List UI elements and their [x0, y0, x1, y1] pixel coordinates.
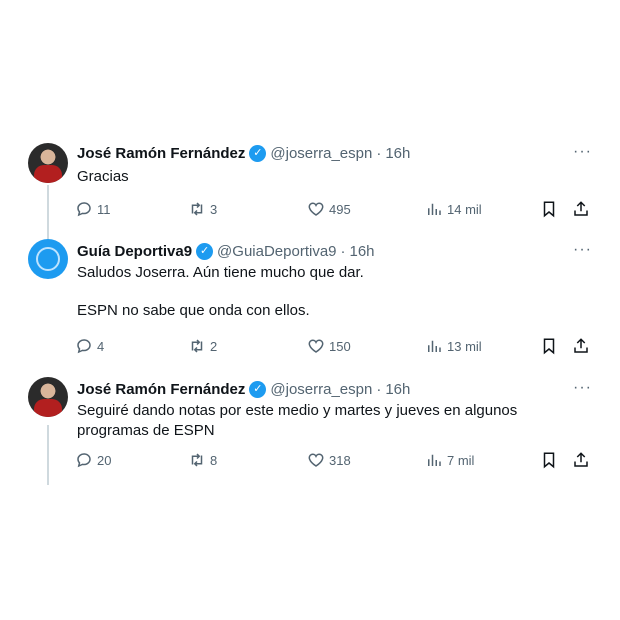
- views-icon: [428, 454, 441, 466]
- views-button[interactable]: 7 mil: [425, 451, 474, 469]
- reply-icon: [77, 339, 91, 354]
- bookmark-button[interactable]: [540, 200, 558, 221]
- tweet-text-line: Gracias: [77, 168, 129, 185]
- verified-icon: ✓: [249, 145, 267, 162]
- views-count: 7 mil: [447, 452, 475, 468]
- author-name[interactable]: José Ramón Fernández: [77, 145, 245, 162]
- avatar[interactable]: [28, 143, 68, 183]
- tweet-actions: 4 2 150 13 mil: [75, 337, 595, 357]
- author-name[interactable]: Guía Deportiva9: [77, 243, 192, 260]
- verified-icon: ✓: [249, 381, 267, 398]
- reply-icon: [77, 202, 91, 217]
- tweet-header: José Ramón Fernández ✓ @joserra_espn · 1…: [77, 145, 410, 162]
- more-icon[interactable]: ···: [573, 241, 592, 259]
- share-button[interactable]: [572, 337, 590, 358]
- views-button[interactable]: 13 mil: [425, 337, 482, 355]
- tweet-text-line: programas de ESPN: [77, 422, 215, 439]
- author-handle[interactable]: @joserra_espn: [270, 381, 372, 398]
- retweet-icon: [191, 202, 203, 216]
- reply-count: 11: [97, 201, 111, 217]
- avatar[interactable]: [28, 239, 68, 279]
- heart-icon: [308, 453, 324, 467]
- timestamp[interactable]: 16h: [350, 243, 375, 260]
- tweet-text: Gracias: [77, 167, 577, 187]
- share-icon: [574, 201, 588, 216]
- bookmark-button[interactable]: [540, 451, 558, 472]
- author-name[interactable]: José Ramón Fernández: [77, 381, 245, 398]
- more-icon[interactable]: ···: [573, 143, 592, 161]
- reply-button[interactable]: 20: [75, 451, 111, 469]
- author-handle[interactable]: @joserra_espn: [270, 145, 372, 162]
- tweet-actions: 20 8 318 7 mil: [75, 451, 595, 471]
- reply-button[interactable]: 11: [75, 200, 111, 218]
- heart-icon: [308, 339, 324, 353]
- tweet-text: Saludos Joserra. Aún tiene mucho que dar…: [77, 263, 577, 321]
- reply-button[interactable]: 4: [75, 337, 104, 355]
- author-handle[interactable]: @GuiaDeportiva9: [217, 243, 336, 260]
- tweet-text-line: Seguiré dando notas por este medio y mar…: [77, 402, 518, 419]
- separator: ·: [376, 145, 382, 162]
- retweet-count: 2: [210, 338, 218, 354]
- timestamp[interactable]: 16h: [385, 145, 410, 162]
- tweet[interactable]: Guía Deportiva9 ✓ @GuiaDeportiva9 · 16h …: [9, 231, 610, 371]
- bookmark-button[interactable]: [540, 337, 558, 358]
- tweet[interactable]: José Ramón Fernández ✓ @joserra_espn · 1…: [9, 133, 610, 231]
- tweet-text-line: ESPN no sabe que onda con ellos.: [77, 302, 310, 319]
- timestamp[interactable]: 16h: [385, 381, 410, 398]
- views-button[interactable]: 14 mil: [425, 200, 482, 218]
- share-icon: [574, 452, 588, 467]
- tweet-header: Guía Deportiva9 ✓ @GuiaDeportiva9 · 16h: [77, 243, 375, 260]
- share-icon: [574, 338, 588, 353]
- bookmark-icon: [543, 338, 555, 355]
- tweet-actions: 11 3 495 14 mil: [75, 200, 595, 220]
- like-count: 495: [329, 201, 351, 217]
- avatar[interactable]: [28, 377, 68, 417]
- logo-icon: [36, 247, 60, 271]
- reply-thread: José Ramón Fernández ✓ @joserra_espn · 1…: [9, 133, 610, 485]
- separator: ·: [376, 381, 382, 398]
- tweet-header: José Ramón Fernández ✓ @joserra_espn · 1…: [77, 381, 410, 398]
- like-count: 150: [329, 338, 351, 354]
- tweet-text-line: Saludos Joserra. Aún tiene mucho que dar…: [77, 264, 364, 281]
- retweet-button[interactable]: 2: [188, 337, 217, 355]
- reply-count: 20: [97, 452, 112, 468]
- bookmark-icon: [543, 452, 555, 469]
- retweet-button[interactable]: 8: [188, 451, 217, 469]
- views-count: 13 mil: [447, 338, 482, 354]
- views-count: 14 mil: [447, 201, 482, 217]
- like-button[interactable]: 318: [307, 451, 351, 469]
- retweet-icon: [191, 339, 203, 353]
- reply-count: 4: [97, 338, 105, 354]
- tweet-text: Seguiré dando notas por este medio y mar…: [77, 401, 577, 441]
- reply-icon: [77, 453, 91, 468]
- like-button[interactable]: 495: [307, 200, 351, 218]
- tweet[interactable]: José Ramón Fernández ✓ @joserra_espn · 1…: [9, 369, 610, 485]
- more-icon[interactable]: ···: [573, 379, 592, 397]
- separator: ·: [340, 243, 346, 260]
- share-button[interactable]: [572, 200, 590, 221]
- bookmark-icon: [543, 201, 555, 218]
- retweet-count: 3: [210, 201, 218, 217]
- retweet-icon: [191, 453, 203, 467]
- retweet-button[interactable]: 3: [188, 200, 217, 218]
- views-icon: [428, 203, 441, 215]
- like-count: 318: [329, 452, 351, 468]
- retweet-count: 8: [210, 452, 218, 468]
- heart-icon: [308, 202, 324, 216]
- views-icon: [428, 340, 441, 352]
- share-button[interactable]: [572, 451, 590, 472]
- verified-icon: ✓: [196, 243, 214, 260]
- like-button[interactable]: 150: [307, 337, 351, 355]
